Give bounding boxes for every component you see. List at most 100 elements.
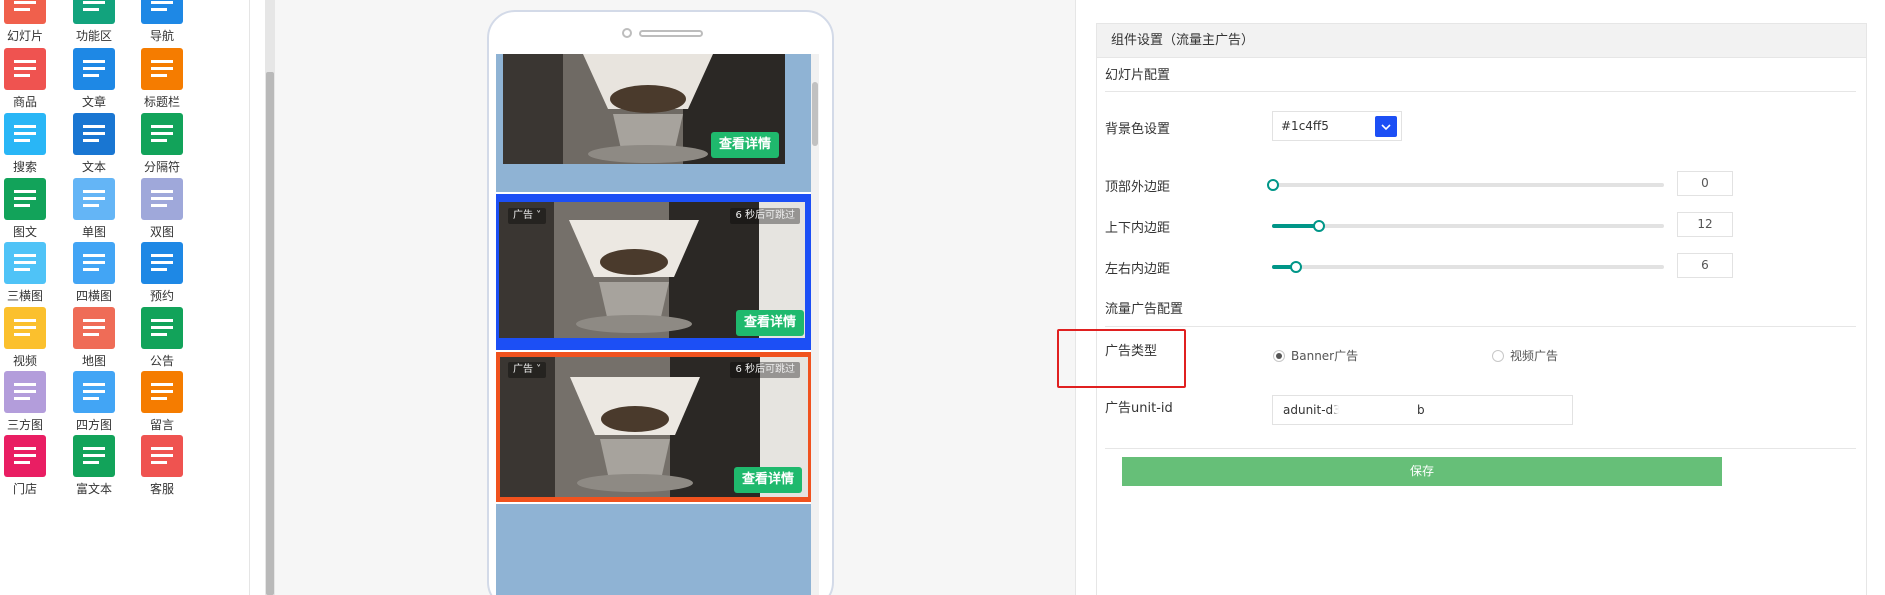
- component-label: 富文本: [75, 482, 112, 496]
- component-product[interactable]: 商品: [0, 48, 59, 109]
- component-double-image[interactable]: 双图: [128, 178, 196, 239]
- radio-button[interactable]: [1492, 350, 1504, 362]
- component-appointment[interactable]: 预约: [128, 242, 196, 303]
- three-row-image-icon: [4, 242, 46, 284]
- component-text[interactable]: 文本: [60, 113, 128, 174]
- slider-handle[interactable]: [1290, 261, 1302, 273]
- bg-color-value[interactable]: #1c4ff5: [1281, 112, 1329, 140]
- phone-speaker: [639, 30, 703, 37]
- radio-video-ad[interactable]: 视频广告: [1492, 347, 1558, 364]
- component-label: 地图: [81, 354, 106, 368]
- component-three-grid-image[interactable]: 三方图: [0, 371, 59, 432]
- chevron-down-icon: [1381, 124, 1391, 131]
- component-four-grid-image[interactable]: 四方图: [60, 371, 128, 432]
- component-label: 幻灯片: [6, 29, 43, 43]
- component-image-text[interactable]: 图文: [0, 178, 59, 239]
- message-icon: [141, 371, 183, 413]
- product-icon: [4, 48, 46, 90]
- component-slideshow[interactable]: 幻灯片: [0, 0, 59, 43]
- top-margin-input[interactable]: 0: [1677, 171, 1733, 196]
- image-text-icon: [4, 178, 46, 220]
- component-article[interactable]: 文章: [60, 48, 128, 109]
- ad-config-title: 流量广告配置: [1105, 302, 1184, 317]
- save-button[interactable]: 保存: [1122, 457, 1722, 486]
- vertical-padding-input[interactable]: 12: [1677, 212, 1733, 237]
- color-swatch-button[interactable]: [1375, 116, 1397, 137]
- divider: [1105, 326, 1856, 327]
- divider: [1105, 91, 1856, 92]
- horizontal-padding-label: 左右内边距: [1105, 262, 1171, 277]
- panel-title: 组件设置（流量主广告）: [1097, 24, 1866, 58]
- search-icon: [4, 113, 46, 155]
- view-detail-button[interactable]: 查看详情: [710, 132, 779, 158]
- component-navigation[interactable]: 导航: [128, 0, 196, 43]
- component-message[interactable]: 留言: [128, 371, 196, 432]
- unit-id-input[interactable]: adunit-d32 b: [1272, 395, 1573, 425]
- horizontal-padding-slider[interactable]: [1272, 261, 1664, 273]
- component-label: 三方图: [6, 418, 43, 432]
- ad-tag[interactable]: 广告 ˅: [508, 208, 547, 224]
- phone-preview: 查看详情 广告 ˅ 6 秒后可跳过 查看详情 广告 ˅ 6 秒后可跳过 查看详情: [487, 10, 834, 595]
- title-bar-icon: [141, 48, 183, 90]
- text-icon: [73, 113, 115, 155]
- skip-countdown[interactable]: 6 秒后可跳过: [730, 208, 800, 224]
- radio-button[interactable]: [1273, 350, 1285, 362]
- announcement-icon: [141, 307, 183, 349]
- view-detail-button[interactable]: 查看详情: [733, 467, 802, 493]
- phone-camera: [622, 28, 632, 38]
- skip-countdown[interactable]: 6 秒后可跳过: [730, 362, 800, 378]
- component-label: 双图: [149, 225, 174, 239]
- slide-3[interactable]: 广告 ˅ 6 秒后可跳过 查看详情: [496, 352, 812, 502]
- four-row-image-icon: [73, 242, 115, 284]
- component-four-row-image[interactable]: 四横图: [60, 242, 128, 303]
- component-title-bar[interactable]: 标题栏: [128, 48, 196, 109]
- component-rich-text[interactable]: 富文本: [60, 435, 128, 496]
- bg-color-picker[interactable]: #1c4ff5: [1272, 111, 1402, 141]
- component-settings-panel: 组件设置（流量主广告） 幻灯片配置 背景色设置 #1c4ff5 顶部外边距 0 …: [1096, 23, 1867, 595]
- slider-handle[interactable]: [1313, 220, 1325, 232]
- function-area-icon: [73, 0, 115, 24]
- navigation-icon: [141, 0, 183, 24]
- rich-text-icon: [73, 435, 115, 477]
- scrollbar-thumb[interactable]: [266, 72, 274, 595]
- component-three-row-image[interactable]: 三横图: [0, 242, 59, 303]
- single-image-icon: [73, 178, 115, 220]
- vertical-padding-slider[interactable]: [1272, 220, 1664, 232]
- component-announcement[interactable]: 公告: [128, 307, 196, 368]
- store-icon: [4, 435, 46, 477]
- radio-banner-ad[interactable]: Banner广告: [1273, 347, 1358, 364]
- horizontal-padding-input[interactable]: 6: [1677, 253, 1733, 278]
- component-search[interactable]: 搜索: [0, 113, 59, 174]
- palette-scrollbar[interactable]: [265, 0, 275, 595]
- component-single-image[interactable]: 单图: [60, 178, 128, 239]
- component-map[interactable]: 地图: [60, 307, 128, 368]
- phone-scrollbar[interactable]: [811, 54, 819, 595]
- slideshow-icon: [4, 0, 46, 24]
- component-customer-service[interactable]: 客服: [128, 435, 196, 496]
- ad-tag[interactable]: 广告 ˅: [508, 362, 547, 378]
- component-label: 四横图: [75, 289, 112, 303]
- component-divider[interactable]: 分隔符: [128, 113, 196, 174]
- component-store[interactable]: 门店: [0, 435, 59, 496]
- slideshow-config-title: 幻灯片配置: [1105, 68, 1171, 83]
- scrollbar-thumb[interactable]: [812, 82, 818, 146]
- divider: [1105, 448, 1856, 449]
- component-function-area[interactable]: 功能区: [60, 0, 128, 43]
- slider-handle[interactable]: [1267, 179, 1279, 191]
- component-label: 图文: [12, 225, 37, 239]
- component-label: 分隔符: [143, 160, 180, 174]
- view-detail-button[interactable]: 查看详情: [735, 310, 804, 336]
- component-label: 文本: [81, 160, 106, 174]
- component-label: 搜索: [12, 160, 37, 174]
- bg-color-label: 背景色设置: [1105, 122, 1171, 137]
- component-label: 留言: [149, 418, 174, 432]
- phone-screen: 查看详情 广告 ˅ 6 秒后可跳过 查看详情 广告 ˅ 6 秒后可跳过 查看详情: [496, 54, 819, 595]
- component-label: 预约: [149, 289, 174, 303]
- component-label: 公告: [149, 354, 174, 368]
- slide-4[interactable]: [496, 504, 812, 595]
- component-video[interactable]: 视频: [0, 307, 59, 368]
- top-margin-slider[interactable]: [1267, 179, 1664, 191]
- slide-2[interactable]: 广告 ˅ 6 秒后可跳过 查看详情: [496, 194, 812, 350]
- slide-1[interactable]: 查看详情: [496, 54, 812, 192]
- appointment-icon: [141, 242, 183, 284]
